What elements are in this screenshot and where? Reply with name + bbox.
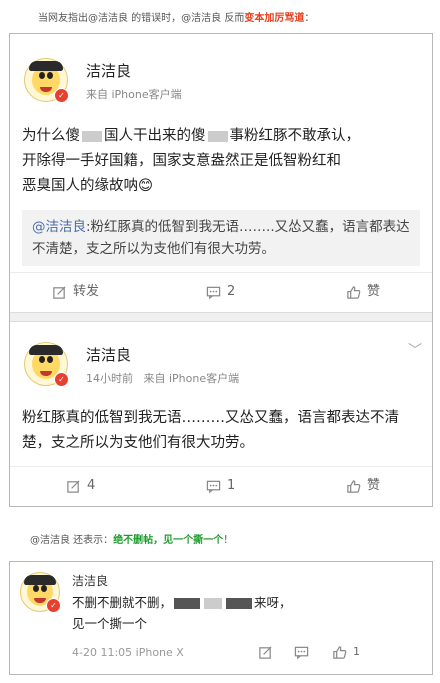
verified-badge-icon: ✓ bbox=[54, 88, 69, 103]
text-line: 恶臭国人的缘故呐😊 bbox=[22, 178, 154, 194]
caption-text: 当网友指出@洁洁良 的错误时，@洁洁良 反而 bbox=[38, 13, 245, 24]
user-name[interactable]: 洁洁良 bbox=[86, 344, 131, 365]
censor-mark bbox=[226, 598, 253, 609]
weibo-post-1: ✓ 洁洁良 来自 iPhone客户端 为什么傻 国人干出来的傻 事粉红豚不敢承认， … bbox=[10, 34, 432, 312]
caption-suffix: ！ bbox=[223, 535, 234, 546]
like-label: 赞 bbox=[367, 478, 381, 493]
censor-mark bbox=[82, 130, 102, 142]
post-source: 来自 iPhone客户端 bbox=[143, 372, 240, 385]
comment-count: 1 bbox=[227, 478, 236, 493]
repost-button[interactable]: 转发 bbox=[52, 273, 99, 311]
comment-icon bbox=[206, 286, 221, 299]
repost-icon bbox=[53, 285, 66, 299]
user-name[interactable]: 洁洁良 bbox=[72, 572, 108, 589]
post-text: 为什么傻 国人干出来的傻 事粉红豚不敢承认， 开除得一手好国籍，国家支意盎然正是低智… bbox=[22, 124, 422, 199]
action-bar: 转发 2 赞 bbox=[10, 272, 432, 311]
censor-mark bbox=[207, 130, 228, 142]
repost-icon bbox=[259, 645, 272, 659]
like-count: 1 bbox=[353, 645, 360, 658]
text-segment: 不删不删就不删， bbox=[72, 595, 173, 610]
post-text: 粉红豚真的低智到我无语………又怂又蠢，语言都表达不清楚，支之所以为支他们有很大功… bbox=[22, 410, 399, 451]
avatar-eye bbox=[47, 356, 53, 363]
verified-badge-icon: ✓ bbox=[54, 372, 69, 387]
comment-button[interactable] bbox=[294, 636, 309, 668]
thumbs-up-icon bbox=[347, 479, 361, 493]
text-segment: 国人干出来的傻 bbox=[104, 128, 206, 144]
caption-text: @洁洁良 还表示： bbox=[30, 535, 114, 546]
avatar-hair bbox=[24, 575, 56, 585]
caption-suffix: ： bbox=[304, 13, 315, 24]
avatar-eye bbox=[41, 585, 47, 592]
weibo-post-2: ✓ 洁洁良 14小时前 来自 iPhone客户端 ﹀ 粉红豚真的低智到我无语……… bbox=[10, 330, 432, 506]
post-text: 不删不删就不删， 来呀， 见一个撕一个 bbox=[72, 592, 412, 634]
avatar-eye bbox=[33, 585, 39, 592]
post-time: 14小时前 bbox=[86, 372, 133, 385]
avatar-eye bbox=[39, 356, 45, 363]
avatar-eye bbox=[47, 72, 53, 79]
like-button[interactable]: 1 bbox=[332, 636, 360, 668]
text-line: 开除得一手好国籍，国家支意盎然正是低智粉红和 bbox=[22, 153, 341, 169]
text-segment: 为什么傻 bbox=[22, 128, 80, 144]
like-button[interactable]: 赞 bbox=[346, 273, 380, 311]
caption-highlight: 变本加厉骂道 bbox=[244, 13, 305, 24]
caption-highlight: 绝不删帖，见一个撕一个 bbox=[113, 535, 224, 546]
avatar-hair bbox=[29, 61, 63, 71]
like-button[interactable]: 赞 bbox=[346, 467, 380, 505]
comment-button[interactable]: 1 bbox=[206, 467, 235, 505]
post-meta: 14小时前 来自 iPhone客户端 bbox=[86, 370, 239, 386]
avatar-eye bbox=[39, 72, 45, 79]
repost-icon bbox=[67, 479, 80, 493]
screenshot-frame-1: ✓ 洁洁良 来自 iPhone客户端 为什么傻 国人干出来的傻 事粉红豚不敢承认， … bbox=[9, 33, 433, 507]
censor-mark bbox=[204, 598, 223, 609]
avatar-hair bbox=[29, 345, 63, 355]
comment-button[interactable]: 2 bbox=[206, 273, 235, 311]
like-label: 赞 bbox=[367, 284, 381, 299]
action-bar: 4 1 赞 bbox=[10, 466, 432, 505]
top-caption: 当网友指出@洁洁良 的错误时，@洁洁良 反而变本加厉骂道： bbox=[38, 9, 314, 24]
thumbs-up-icon bbox=[333, 645, 347, 659]
censor-mark bbox=[174, 598, 201, 609]
thumbs-up-icon bbox=[347, 285, 361, 299]
post-meta: 4-20 11:05 iPhone X bbox=[72, 646, 184, 659]
quoted-repost[interactable]: @洁洁良:粉红豚真的低智到我无语……..又怂又蠢，语言都表达不清楚，支之所以为支… bbox=[22, 210, 420, 266]
mention-link[interactable]: @洁洁良 bbox=[32, 219, 86, 235]
comment-count: 2 bbox=[227, 284, 236, 299]
chevron-down-icon[interactable]: ﹀ bbox=[408, 340, 422, 360]
repost-label: 转发 bbox=[73, 284, 100, 299]
post-separator bbox=[10, 312, 432, 322]
screenshot-frame-2: ✓ 洁洁良 不删不删就不删， 来呀， 见一个撕一个 4-20 11:05 iPho… bbox=[9, 561, 433, 675]
text-line: 见一个撕一个 bbox=[72, 616, 148, 631]
comment-icon bbox=[294, 646, 309, 659]
post-source: 来自 iPhone客户端 bbox=[86, 88, 182, 101]
comment-icon bbox=[206, 480, 221, 493]
verified-badge-icon: ✓ bbox=[46, 598, 61, 613]
repost-button[interactable] bbox=[258, 636, 273, 668]
text-segment: 来呀， bbox=[254, 595, 292, 610]
bottom-caption: @洁洁良 还表示：绝不删帖，见一个撕一个！ bbox=[30, 531, 233, 546]
repost-count: 4 bbox=[87, 478, 96, 493]
text-segment: 事粉红豚不敢承认， bbox=[229, 128, 361, 144]
repost-button[interactable]: 4 bbox=[66, 467, 95, 505]
quote-text: :粉红豚真的低智到我无语……..又怂又蠢，语言都表达不清楚，支之所以为支他们有很… bbox=[32, 219, 410, 257]
user-name[interactable]: 洁洁良 bbox=[86, 60, 131, 81]
